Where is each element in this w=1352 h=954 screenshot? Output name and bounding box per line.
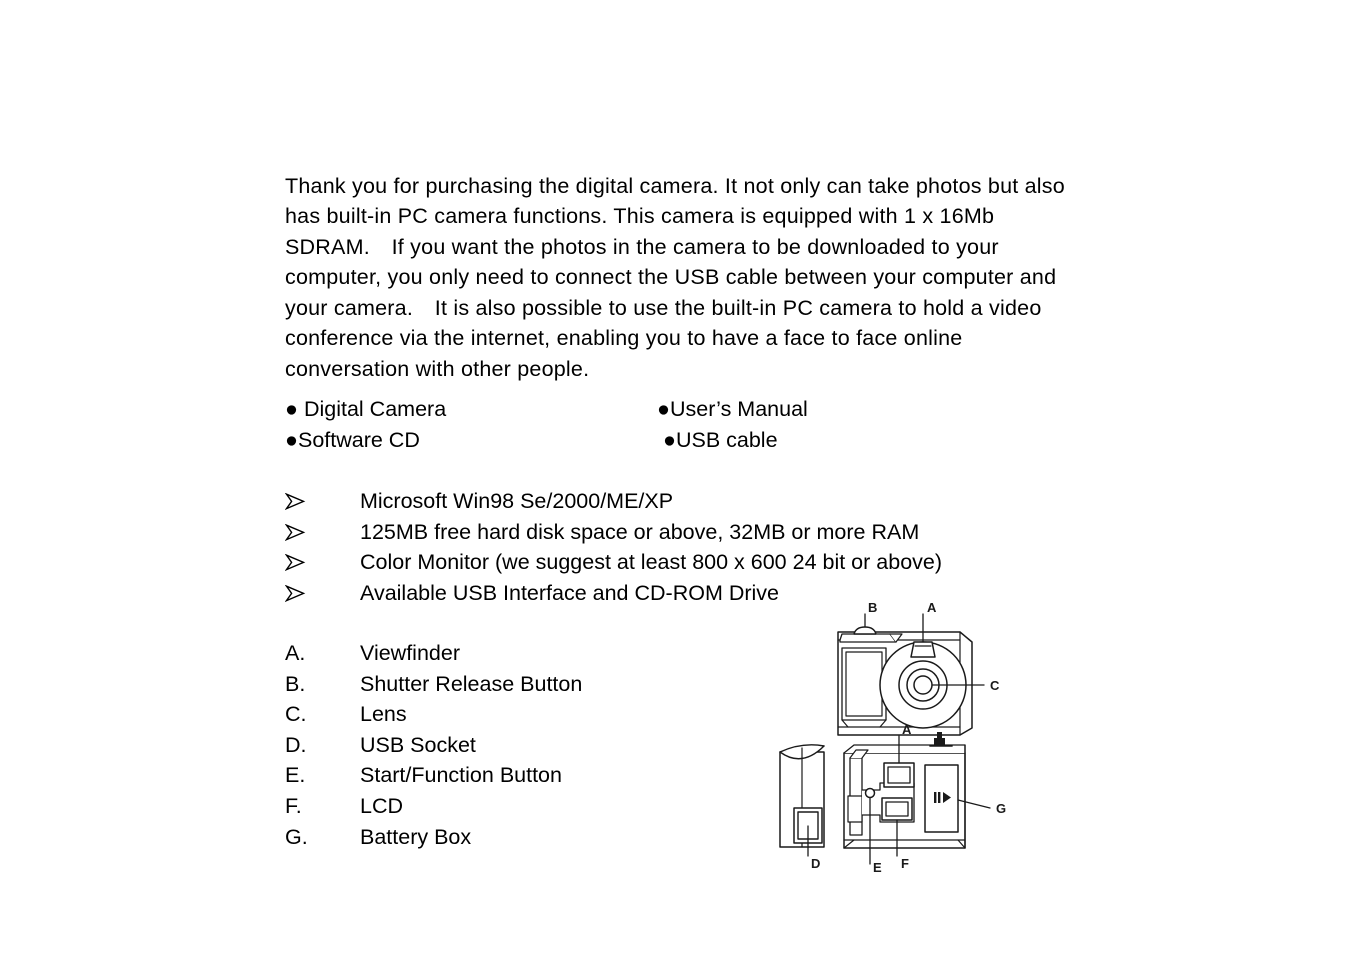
- lens-aperture: [913, 675, 933, 695]
- requirement-text: 125MB free hard disk space or above, 32M…: [360, 519, 920, 544]
- arrow-bullet-icon: [285, 486, 360, 517]
- list-item: Color Monitor (we suggest at least 800 x…: [285, 547, 1075, 578]
- system-requirements-list: Microsoft Win98 Se/2000/ME/XP 125MB free…: [285, 486, 1075, 608]
- battery-box-door: [924, 764, 959, 833]
- camera-parts-list: A. Viewfinder B. Shutter Release Button …: [285, 638, 705, 852]
- part-label-start-function-button: Start/Function Button: [360, 763, 562, 788]
- part-label-viewfinder: Viewfinder: [360, 641, 460, 665]
- side-view: [779, 744, 825, 848]
- arrow-bullet-icon: [285, 547, 360, 578]
- front-view: [837, 626, 973, 736]
- shutter-release-button: [853, 626, 877, 635]
- callout-label-a-front: A: [927, 600, 937, 615]
- camera-diagram: B A C A G D E F: [762, 600, 1042, 875]
- part-label-battery-box: Battery Box: [360, 824, 472, 849]
- callout-label-b: B: [868, 600, 877, 615]
- part-letter: A.: [285, 641, 306, 665]
- part-label-lcd: LCD: [360, 793, 404, 818]
- part-letter: B.: [285, 671, 306, 696]
- callout-label-d: D: [811, 856, 820, 871]
- viewfinder-window-front: [910, 641, 936, 658]
- list-item: A. Viewfinder: [285, 638, 705, 669]
- package-item-users-manual: ●User’s Manual: [657, 397, 808, 421]
- part-letter: G.: [285, 824, 308, 849]
- callout-label-c: C: [990, 678, 1000, 693]
- part-label-shutter-release-button: Shutter Release Button: [360, 671, 583, 696]
- intro-paragraph: Thank you for purchasing the digital cam…: [285, 173, 1072, 382]
- callout-label-f: F: [901, 856, 909, 871]
- arrow-bullet-icon: [285, 578, 360, 609]
- callout-label-g: G: [996, 801, 1006, 816]
- package-item-software-cd: ●Software CD: [285, 428, 420, 452]
- requirement-text: Color Monitor (we suggest at least 800 x…: [360, 550, 943, 574]
- package-contents-row: ●Software CD ●USB cable: [285, 425, 985, 456]
- package-contents-list: ● Digital Camera ●User’s Manual ●Softwar…: [285, 394, 985, 456]
- rear-view: [843, 732, 966, 849]
- requirement-text: Microsoft Win98 Se/2000/ME/XP: [360, 489, 674, 513]
- part-letter: C.: [285, 702, 307, 727]
- document-page: Thank you for purchasing the digital cam…: [0, 0, 1352, 954]
- list-item: Microsoft Win98 Se/2000/ME/XP: [285, 486, 1075, 517]
- list-item: E. Start/Function Button: [285, 760, 705, 791]
- camera-diagram-svg: B A C A G D E F: [779, 600, 1006, 875]
- list-item: B. Shutter Release Button: [285, 669, 705, 700]
- start-function-button: [864, 787, 876, 799]
- part-label-usb-socket: USB Socket: [360, 732, 476, 757]
- package-item-usb-cable: ●USB cable: [657, 428, 778, 452]
- arrow-bullet-icon: [285, 517, 360, 548]
- list-item: 125MB free hard disk space or above, 32M…: [285, 517, 1075, 548]
- list-item: F. LCD: [285, 791, 705, 822]
- callout-label-a-rear: A: [902, 722, 912, 737]
- part-label-lens: Lens: [360, 702, 407, 727]
- part-letter: F.: [285, 793, 302, 818]
- part-letter: E.: [285, 763, 306, 788]
- list-item: G. Battery Box: [285, 822, 705, 853]
- package-contents-row: ● Digital Camera ●User’s Manual: [285, 394, 985, 425]
- package-item-digital-camera: ● Digital Camera: [285, 397, 447, 421]
- list-item: C. Lens: [285, 699, 705, 730]
- part-letter: D.: [285, 732, 307, 757]
- callout-label-e: E: [873, 860, 882, 875]
- list-item: D. USB Socket: [285, 730, 705, 761]
